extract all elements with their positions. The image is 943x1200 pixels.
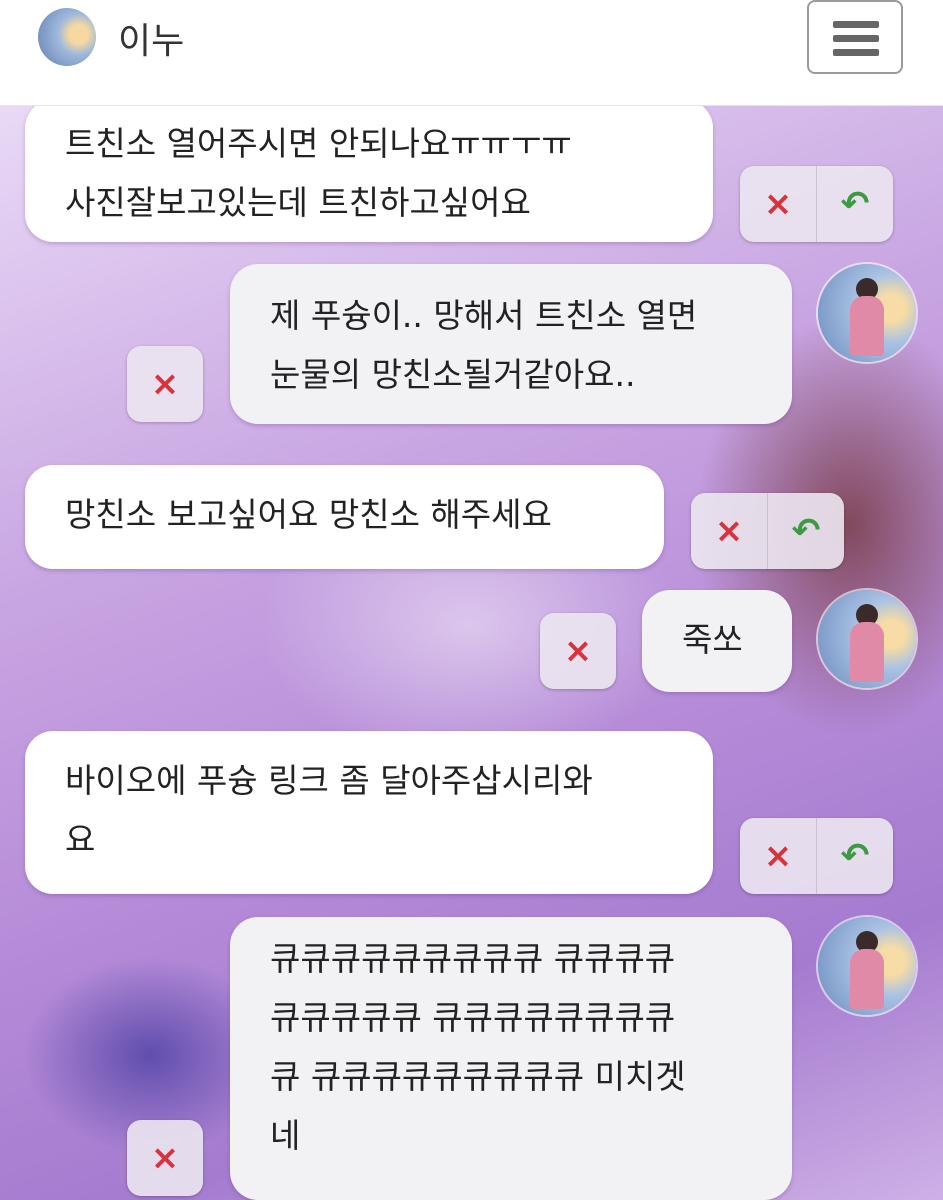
delete-icon[interactable]: × (691, 493, 767, 569)
my-avatar[interactable] (818, 590, 916, 688)
my-avatar[interactable] (818, 264, 916, 362)
message-actions: × (127, 1120, 203, 1196)
message-actions: × ↶ (691, 493, 844, 569)
chat-header: 이누 (0, 0, 943, 106)
message-actions: × (540, 613, 616, 689)
message-bubble-received: 바이오에 푸슝 링크 좀 달아주삽시리와 요 (25, 731, 713, 894)
message-bubble-received: 트친소 열어주시면 안되나요ㅠㅠㅜㅠ 사진잘보고있는데 트친하고싶어요 (25, 105, 713, 242)
delete-icon[interactable]: × (127, 1120, 203, 1196)
contact-name: 이누 (118, 21, 185, 62)
my-avatar[interactable] (818, 917, 916, 1015)
message-bubble-sent: 제 푸슝이.. 망해서 트친소 열면 눈물의 망친소될거같아요.. (230, 264, 792, 424)
message-actions: × ↶ (740, 818, 893, 894)
chat-area[interactable]: 트친소 열어주시면 안되나요ㅠㅠㅜㅠ 사진잘보고있는데 트친하고싶어요 × ↶ … (0, 105, 943, 1200)
message-bubble-received: 망친소 보고싶어요 망친소 해주세요 (25, 465, 664, 569)
message-actions: × ↶ (740, 166, 893, 242)
contact-avatar[interactable] (38, 8, 96, 66)
message-bubble-sent: 큐큐큐큐큐큐큐큐큐 큐큐큐큐 큐큐큐큐큐 큐큐큐큐큐큐큐큐 큐 큐큐큐큐큐큐큐큐… (230, 917, 792, 1200)
message-actions: × (127, 346, 203, 422)
reply-icon[interactable]: ↶ (767, 493, 844, 569)
delete-icon[interactable]: × (740, 818, 816, 894)
delete-icon[interactable]: × (127, 346, 203, 422)
message-bubble-sent: 죽쏘 (642, 590, 792, 692)
reply-icon[interactable]: ↶ (816, 166, 893, 242)
delete-icon[interactable]: × (740, 166, 816, 242)
menu-button[interactable] (807, 0, 903, 74)
reply-icon[interactable]: ↶ (816, 818, 893, 894)
delete-icon[interactable]: × (540, 613, 616, 689)
